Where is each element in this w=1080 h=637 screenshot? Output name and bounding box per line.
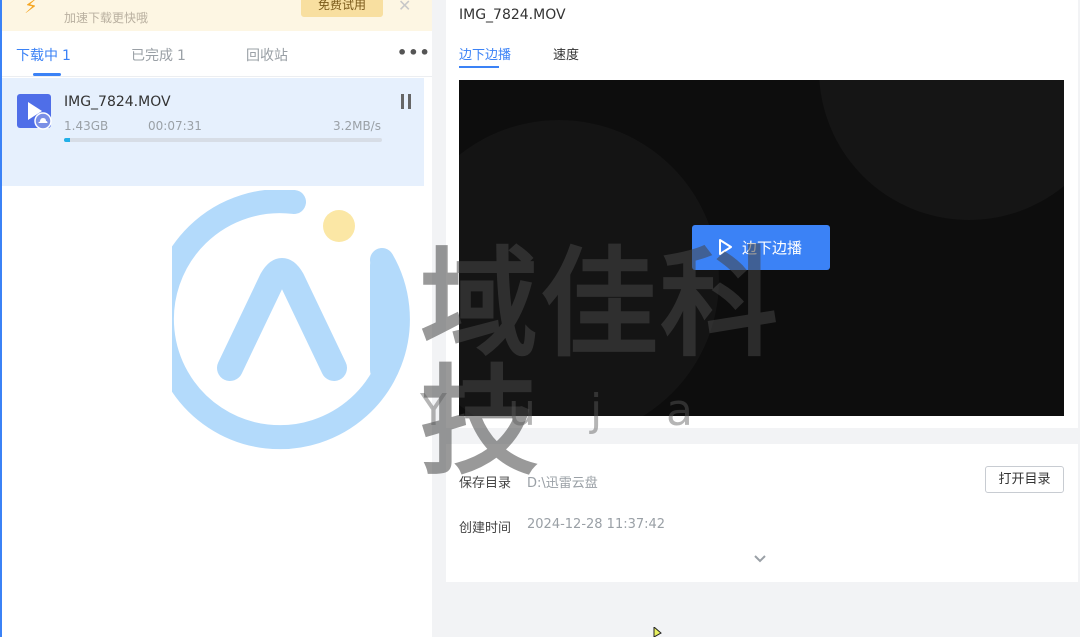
tab-speed[interactable]: 速度 (553, 44, 579, 63)
video-file-icon (17, 94, 52, 130)
more-icon[interactable]: ••• (397, 43, 431, 62)
task-progress-bar (64, 138, 382, 142)
lightning-icon: ⚡ (24, 0, 39, 18)
stream-play-button[interactable]: 边下边播 (692, 225, 830, 270)
detail-tab-indicator (459, 66, 499, 68)
download-task-row[interactable]: IMG_7824.MOV 1.43GB 00:07:31 3.2MB/s (2, 78, 424, 186)
video-player[interactable]: 边下边播 (459, 80, 1064, 416)
task-remaining-time: 00:07:31 (148, 119, 202, 133)
pause-icon[interactable] (401, 94, 413, 110)
stream-play-label: 边下边播 (742, 239, 803, 257)
save-dir-label: 保存目录 (459, 476, 512, 491)
save-dir-value: D:\迅雷云盘 (527, 476, 598, 491)
task-size: 1.43GB (64, 119, 109, 133)
tab-stream-play[interactable]: 边下边播 (459, 44, 511, 63)
task-speed: 3.2MB/s (333, 119, 381, 133)
task-progress-fill (64, 138, 71, 142)
player-background-shape (819, 80, 1064, 220)
task-detail-panel: IMG_7824.MOV 边下边播 速度 边下边播 (446, 0, 1078, 428)
tab-completed[interactable]: 已完成 1 (131, 45, 186, 65)
download-list-panel: ⚡ 加速下载更快哦 免费试用 ✕ 下载中 1 已完成 1 回收站 ••• IMG_7… (0, 0, 432, 637)
play-icon (719, 239, 732, 255)
promo-text: 加速下载更快哦 (64, 11, 149, 25)
tab-recycle-bin[interactable]: 回收站 (246, 45, 288, 65)
task-file-name: IMG_7824.MOV (64, 94, 171, 110)
tab-downloading[interactable]: 下载中 1 (16, 45, 71, 65)
detail-file-title: IMG_7824.MOV (459, 7, 566, 23)
chevron-down-icon[interactable] (753, 554, 767, 564)
open-dir-button[interactable]: 打开目录 (985, 466, 1064, 493)
promo-banner: ⚡ 加速下载更快哦 免费试用 ✕ (2, 0, 432, 31)
download-tabs: 下载中 1 已完成 1 回收站 ••• (2, 31, 432, 77)
task-info-panel: 保存目录 D:\迅雷云盘 打开目录 创建时间 2024-12-28 11:37:… (446, 444, 1078, 582)
created-time-value: 2024-12-28 11:37:42 (527, 517, 666, 532)
mouse-cursor-icon (653, 627, 662, 637)
close-icon[interactable]: ✕ (398, 0, 411, 15)
free-trial-button[interactable]: 免费试用 (301, 0, 383, 17)
active-tab-indicator (33, 73, 61, 76)
created-time-label: 创建时间 (459, 521, 512, 536)
player-background-shape (459, 120, 719, 416)
